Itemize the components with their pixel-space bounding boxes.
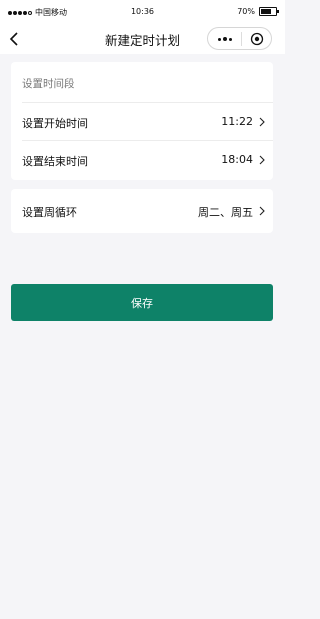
battery-info: 70% [237, 7, 279, 16]
battery-icon [259, 7, 279, 16]
weekly-cycle-row[interactable]: 设置周循环 周二、周五 [22, 192, 273, 230]
chevron-right-icon [259, 155, 265, 165]
weekly-cycle-card: 设置周循环 周二、周五 [11, 189, 273, 233]
save-button[interactable]: 保存 [11, 284, 273, 321]
end-time-row[interactable]: 设置结束时间 18:04 [22, 140, 273, 179]
nav-bar: 新建定时计划 [0, 24, 285, 54]
battery-percent: 70% [237, 7, 255, 16]
start-time-row[interactable]: 设置开始时间 11:22 [22, 102, 273, 141]
weekly-cycle-value: 周二、周五 [198, 206, 253, 219]
time-range-card: 设置时间段 设置开始时间 11:22 设置结束时间 18:04 [11, 62, 273, 180]
capsule-divider [241, 32, 242, 46]
chevron-right-icon [259, 206, 265, 216]
target-close-icon[interactable] [250, 32, 264, 46]
start-time-value: 11:22 [221, 115, 253, 128]
start-time-label: 设置开始时间 [22, 117, 88, 130]
weekly-cycle-label: 设置周循环 [22, 206, 77, 219]
mini-program-capsule [207, 27, 272, 50]
chevron-right-icon [259, 117, 265, 127]
end-time-value: 18:04 [221, 153, 253, 166]
section-label: 设置时间段 [22, 78, 75, 90]
end-time-label: 设置结束时间 [22, 155, 88, 168]
status-bar: 中国移动 10:36 70% [0, 0, 285, 24]
more-dots-icon[interactable] [218, 37, 232, 41]
